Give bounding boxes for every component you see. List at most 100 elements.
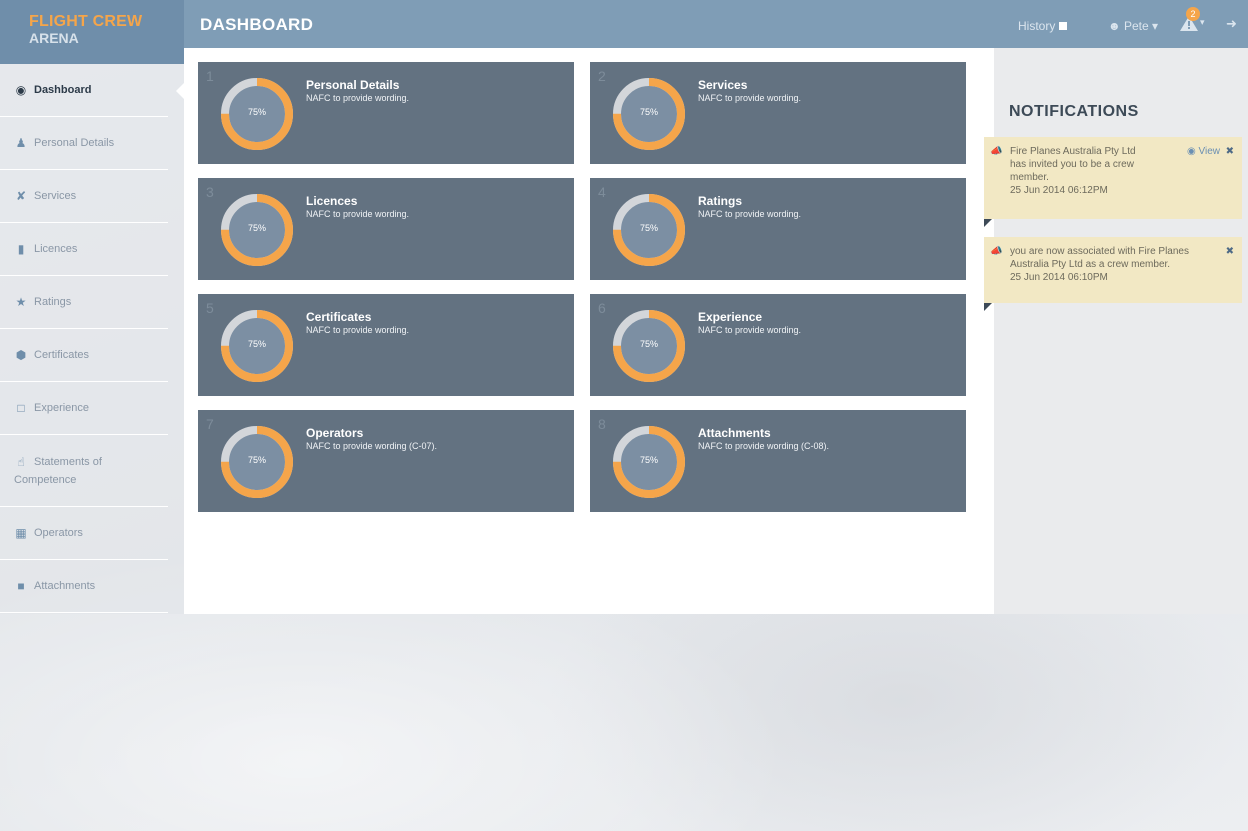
star-icon: ★ — [15, 295, 27, 309]
user-icon: ☻ — [1108, 19, 1121, 33]
card-number: 1 — [206, 68, 214, 84]
dashboard-card[interactable]: 7 75% Operators NAFC to provide wording (C-… — [198, 410, 574, 512]
megaphone-icon: 📣 — [990, 146, 1003, 157]
sidebar: ◉ Dashboard ♟ Personal Details ✘ Service… — [0, 64, 184, 614]
notification-line: has invited you to be a crew — [1010, 159, 1134, 170]
sidebar-item-experience[interactable]: □ Experience — [0, 382, 168, 435]
sign-out-button[interactable]: ➜ — [1226, 16, 1237, 32]
progress-percent: 75% — [639, 223, 658, 233]
sidebar-item-attachments[interactable]: ■ Attachments — [0, 560, 168, 613]
dashboard-icon: ◉ — [15, 83, 27, 97]
progress-percent: 75% — [247, 339, 266, 349]
notification-time: 25 Jun 2014 06:10PM — [1010, 272, 1108, 283]
card-number: 2 — [598, 68, 606, 84]
card-description: NAFC to provide wording. — [698, 93, 802, 103]
active-item-caret — [176, 82, 185, 100]
notification-text: you are now associated with Fire Planes … — [1010, 245, 1232, 284]
eye-icon: ◉ — [1186, 146, 1196, 157]
card-description: NAFC to provide wording. — [698, 325, 802, 335]
thumbs-up-icon: ☝ — [17, 455, 25, 469]
card-number: 7 — [206, 416, 214, 432]
dashboard-card[interactable]: 5 75% Certificates NAFC to provide wording. — [198, 294, 574, 396]
dashboard-card[interactable]: 4 75% Ratings NAFC to provide wording. — [590, 178, 966, 280]
card-number: 5 — [206, 300, 214, 316]
dashboard-card[interactable]: 1 75% Personal Details NAFC to provide word… — [198, 62, 574, 164]
alert-count-badge: 2 — [1186, 7, 1200, 21]
dashboard-card[interactable]: 3 75% Licences NAFC to provide wording. — [198, 178, 574, 280]
sidebar-item-label-line-2: Competence — [14, 474, 77, 486]
sidebar-item-label: Statements of Competence — [14, 453, 102, 489]
notifications-title: NOTIFICATIONS — [1009, 103, 1139, 120]
notification-line: you are now associated with Fire Planes — [1010, 246, 1189, 257]
brand-line-2: ARENA — [29, 30, 79, 46]
card-title: Ratings — [698, 194, 743, 208]
sidebar-item-ratings[interactable]: ★ Ratings — [0, 276, 168, 329]
sidebar-item-label-line-1: Statements of — [34, 456, 102, 468]
card-title: Attachments — [698, 426, 771, 440]
sidebar-item-label: Licences — [34, 243, 78, 255]
progress-percent: 75% — [639, 339, 658, 349]
card-title: Services — [698, 78, 748, 92]
sidebar-item-statements-of-competence[interactable]: ☝ Statements of Competence — [0, 435, 168, 507]
sidebar-item-dashboard[interactable]: ◉ Dashboard — [0, 64, 168, 117]
dashboard-card[interactable]: 8 75% Attachments NAFC to provide wording (… — [590, 410, 966, 512]
licence-icon: ▮ — [17, 242, 25, 256]
card-description: NAFC to provide wording. — [306, 93, 410, 103]
sidebar-item-label: Dashboard — [34, 84, 92, 96]
card-description: NAFC to provide wording. — [698, 209, 802, 219]
chevron-down-icon: ▾ — [1200, 17, 1205, 27]
card-number: 6 — [598, 300, 606, 316]
user-menu[interactable]: ☻ Pete ▾ — [1108, 19, 1158, 33]
card-title: Certificates — [306, 310, 372, 324]
sidebar-item-certificates[interactable]: ⬢ Certificates — [0, 329, 168, 382]
progress-percent: 75% — [639, 455, 658, 465]
brand-line-1: FLIGHT CREW — [29, 13, 143, 30]
user-icon: ♟ — [15, 136, 27, 150]
card-number: 8 — [598, 416, 606, 432]
close-icon[interactable]: ✖ — [1226, 245, 1234, 258]
card-title: Experience — [698, 310, 763, 324]
dashboard-card[interactable]: 6 75% Experience NAFC to provide wording. — [590, 294, 966, 396]
building-icon: ▦ — [15, 526, 27, 540]
progress-percent: 75% — [247, 455, 266, 465]
sidebar-item-label: Experience — [34, 402, 90, 414]
chevron-down-icon: ▾ — [1152, 19, 1159, 33]
sidebar-item-personal-details[interactable]: ♟ Personal Details — [0, 117, 168, 170]
close-icon[interactable]: ✖ — [1226, 145, 1234, 158]
card-description: NAFC to provide wording. — [306, 325, 410, 335]
notification-item[interactable]: 📣 Fire Planes Australia Pty Ltd has invi… — [984, 137, 1242, 227]
card-title: Operators — [306, 426, 364, 440]
alerts-button[interactable]: 2 ▾ — [1178, 7, 1208, 37]
progress-percent: 75% — [247, 223, 266, 233]
card-description: NAFC to provide wording. — [306, 209, 410, 219]
brand-logo[interactable]: FLIGHT CREW ARENA — [0, 0, 184, 64]
notification-time: 25 Jun 2014 06:12PM — [1010, 185, 1108, 196]
sidebar-item-label: Ratings — [34, 296, 72, 308]
view-notification-link[interactable]: ◉ View — [1187, 145, 1220, 158]
history-label: History — [1018, 19, 1056, 33]
history-toggle[interactable]: History — [1018, 19, 1068, 33]
card-number: 3 — [206, 184, 214, 200]
notification-item[interactable]: 📣 you are now associated with Fire Plane… — [984, 237, 1242, 311]
view-label: View — [1198, 146, 1221, 157]
card-description: NAFC to provide wording (C-07). — [306, 441, 438, 451]
file-icon: ■ — [17, 579, 25, 593]
sidebar-item-licences[interactable]: ▮ Licences — [0, 223, 168, 276]
notification-line: Australia Pty Ltd as a crew member. — [1010, 259, 1171, 270]
sign-out-icon: ➜ — [1226, 16, 1237, 31]
sidebar-item-label: Personal Details — [34, 137, 115, 149]
document-icon: □ — [17, 401, 25, 415]
progress-percent: 75% — [639, 107, 658, 117]
dashboard-card[interactable]: 2 75% Services NAFC to provide wording. — [590, 62, 966, 164]
services-icon: ✘ — [15, 189, 27, 203]
sidebar-item-operators[interactable]: ▦ Operators — [0, 507, 168, 560]
sidebar-item-services[interactable]: ✘ Services — [0, 170, 168, 223]
notifications-panel — [994, 48, 1248, 614]
progress-percent: 75% — [247, 107, 266, 117]
sidebar-item-label: Attachments — [34, 580, 96, 592]
card-description: NAFC to provide wording (C-08). — [698, 441, 830, 451]
card-title: Licences — [306, 194, 358, 208]
user-name: Pete — [1123, 19, 1149, 33]
history-checkbox-icon — [1059, 22, 1068, 30]
page-title: DASHBOARD — [200, 15, 314, 34]
